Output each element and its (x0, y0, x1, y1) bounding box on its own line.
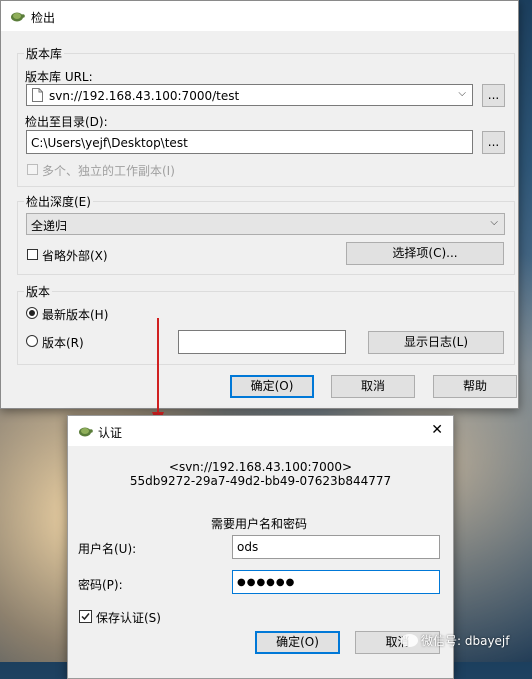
close-icon[interactable]: ✕ (431, 422, 443, 438)
tortoise-icon (11, 12, 25, 22)
auth-prompt: 需要用户名和密码 (211, 517, 308, 531)
repository-group-label: 版本库 (24, 45, 65, 62)
checkout-title: 检出 (31, 11, 56, 25)
radio-selected-dot (29, 310, 35, 316)
cancel-button[interactable]: 取消 (331, 375, 415, 398)
checkout-dir-input[interactable]: C:\Users\yejf\Desktop\test (26, 130, 473, 154)
repo-url-combo[interactable]: svn://192.168.43.100:7000/test ⌵ (26, 84, 473, 106)
checkmark-icon (81, 613, 90, 621)
auth-dialog: 认证 ✕ <svn://192.168.43.100:7000> 55db927… (67, 415, 454, 679)
checkout-titlebar: 检出 (1, 1, 518, 31)
wechat-icon (401, 634, 418, 647)
help-button[interactable]: 帮助 (433, 375, 517, 398)
watermark-text: 微信号: dbayejf (421, 634, 510, 648)
ok-button[interactable]: 确定(O) (230, 375, 314, 398)
revision-group-label: 版本 (24, 283, 53, 300)
depth-combo[interactable]: 全递归 ⌵ (26, 213, 505, 235)
revision-label: 版本(R) (42, 336, 84, 350)
chevron-down-icon[interactable]: ⌵ (490, 217, 498, 228)
checkout-dir-label: 检出至目录(D): (25, 115, 108, 129)
repo-url-label: 版本库 URL: (25, 70, 93, 84)
password-label: 密码(P): (78, 578, 123, 592)
chevron-down-icon[interactable]: ⌵ (458, 88, 466, 99)
checkout-window: 检出 版本库 版本库 URL: svn://192.168.43.100:700… (0, 0, 519, 409)
auth-ok-button[interactable]: 确定(O) (255, 631, 340, 654)
show-log-button[interactable]: 显示日志(L) (368, 331, 504, 354)
revision-input[interactable] (178, 330, 346, 354)
repo-url-value: svn://192.168.43.100:7000/test (49, 89, 240, 103)
revision-radio[interactable] (26, 335, 38, 347)
head-revision-label: 最新版本(H) (42, 308, 109, 322)
auth-realm: <svn://192.168.43.100:7000> (168, 460, 353, 474)
auth-title: 认证 (98, 426, 123, 440)
watermark: 微信号: dbayejf (401, 632, 510, 649)
save-auth-checkbox[interactable] (79, 610, 92, 623)
depth-value: 全递归 (31, 219, 68, 233)
auth-realm-id: 55db9272-29a7-49d2-bb49-07623b844777 (129, 474, 392, 488)
multi-wc-label: 多个、独立的工作副本(I) (42, 164, 175, 178)
file-icon (32, 88, 43, 102)
username-input[interactable]: ods (232, 535, 440, 559)
multi-wc-checkbox[interactable] (27, 164, 38, 175)
head-revision-radio[interactable] (26, 307, 38, 319)
password-input[interactable]: ●●●●●● (232, 570, 440, 594)
tortoise-icon (79, 427, 93, 437)
depth-group-label: 检出深度(E) (24, 193, 93, 210)
omit-externals-label: 省略外部(X) (42, 249, 108, 263)
options-button[interactable]: 选择项(C)... (346, 242, 504, 265)
omit-externals-checkbox[interactable] (27, 249, 38, 260)
annotation-arrow (152, 318, 164, 426)
repo-url-browse-button[interactable]: ... (482, 84, 505, 107)
username-label: 用户名(U): (78, 542, 137, 556)
auth-titlebar: 认证 ✕ (68, 416, 453, 446)
checkout-dir-browse-button[interactable]: ... (482, 131, 505, 154)
save-auth-label: 保存认证(S) (96, 611, 161, 625)
